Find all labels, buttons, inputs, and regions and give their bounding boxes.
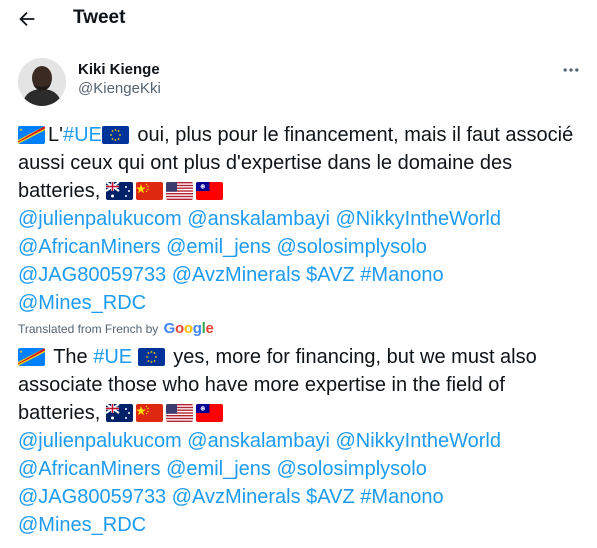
tweet-text-translation: The #UE yes, more for financing, but we … — [18, 343, 583, 539]
avatar[interactable] — [18, 58, 66, 106]
page-title: Tweet — [73, 7, 126, 28]
mention-link[interactable]: @Mines_RDC — [18, 292, 146, 314]
avatar-image — [18, 58, 66, 106]
eu-flag-icon — [101, 126, 129, 144]
author-handle[interactable]: @KiengeKki — [78, 80, 161, 97]
taiwan-flag-icon — [195, 182, 223, 200]
mention-link[interactable]: @JAG80059733 — [18, 486, 166, 508]
hashtag-link[interactable]: #Manono — [360, 486, 443, 508]
usa-flag-icon — [165, 182, 193, 200]
cashtag-link[interactable]: $AVZ — [306, 486, 355, 508]
tweet-prefix: L' — [48, 124, 63, 146]
mention-link[interactable]: @NikkyIntheWorld — [335, 208, 501, 230]
china-flag-icon — [135, 182, 163, 200]
tweet-text-original: L'#UE oui, plus pour le financement, mai… — [18, 121, 583, 317]
mention-link[interactable]: @anskalambayi — [187, 430, 330, 452]
cashtag-link[interactable]: $AVZ — [306, 264, 355, 286]
australia-flag-icon — [105, 404, 133, 422]
mention-link[interactable]: @anskalambayi — [187, 208, 330, 230]
drc-flag-icon — [18, 348, 45, 366]
mention-link[interactable]: @AfricanMiners — [18, 236, 161, 258]
mention-link[interactable]: @Mines_RDC — [18, 514, 146, 536]
mention-link[interactable]: @JAG80059733 — [18, 264, 166, 286]
tweet-header: Tweet — [0, 0, 597, 38]
translated-from-label: Translated from French by — [18, 322, 159, 336]
author-name[interactable]: Kiki Kienge — [78, 61, 160, 78]
mention-link[interactable]: @AvzMinerals — [172, 486, 301, 508]
back-arrow-icon[interactable] — [16, 8, 38, 30]
mention-link[interactable]: @emil_jens — [166, 458, 271, 480]
eu-flag-icon — [137, 348, 165, 366]
more-options-icon[interactable] — [561, 60, 581, 80]
mention-link[interactable]: @AfricanMiners — [18, 458, 161, 480]
mention-link[interactable]: @NikkyIntheWorld — [335, 430, 501, 452]
translation-attribution: Translated from French by Google — [18, 321, 214, 337]
australia-flag-icon — [105, 182, 133, 200]
author-row: Kiki Kienge @KiengeKki — [0, 58, 597, 114]
mention-link[interactable]: @julienpalukucom — [18, 430, 182, 452]
hashtag-link[interactable]: #Manono — [360, 264, 443, 286]
mention-link[interactable]: @solosimplysolo — [276, 458, 426, 480]
usa-flag-icon — [165, 404, 193, 422]
mention-link[interactable]: @emil_jens — [166, 236, 271, 258]
google-logo: Google — [163, 320, 214, 337]
drc-flag-icon — [18, 126, 45, 144]
mention-link[interactable]: @julienpalukucom — [18, 208, 182, 230]
mention-link[interactable]: @AvzMinerals — [172, 264, 301, 286]
hashtag-ue[interactable]: #UE — [63, 124, 102, 146]
china-flag-icon — [135, 404, 163, 422]
tweet-prefix: The — [48, 346, 94, 368]
mention-link[interactable]: @solosimplysolo — [276, 236, 426, 258]
hashtag-ue[interactable]: #UE — [93, 346, 132, 368]
taiwan-flag-icon — [195, 404, 223, 422]
